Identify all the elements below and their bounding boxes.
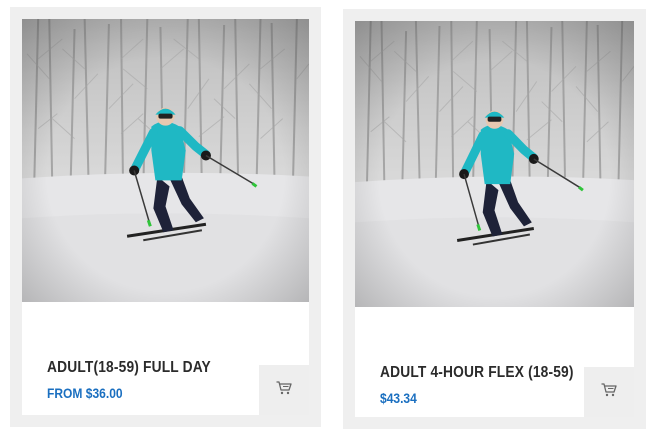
add-to-cart-button[interactable] [259,365,309,415]
product-card[interactable]: ADULT(18-59) FULL DAY FROM $36.00 [10,7,321,427]
product-card-body: ADULT 4-HOUR FLEX (18-59) $43.34 [355,21,634,417]
skier-photo[interactable] [22,19,309,302]
product-price: $43.34 [380,390,417,406]
skier-photo[interactable] [355,21,634,307]
cart-icon [601,382,617,402]
product-title[interactable]: ADULT 4-HOUR FLEX (18-59) [380,364,573,382]
add-to-cart-button[interactable] [584,367,634,417]
product-title[interactable]: ADULT(18-59) FULL DAY [47,359,221,377]
product-card-body: ADULT(18-59) FULL DAY FROM $36.00 [22,19,309,415]
product-price: FROM $36.00 [47,385,123,401]
product-card[interactable]: ADULT 4-HOUR FLEX (18-59) $43.34 [343,9,646,429]
cart-icon [276,380,292,400]
